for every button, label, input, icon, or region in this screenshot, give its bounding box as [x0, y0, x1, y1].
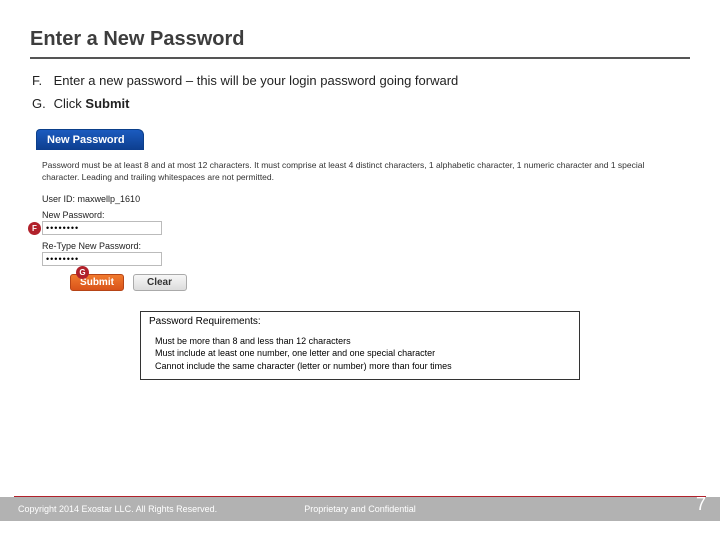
req-line-1: Must be more than 8 and less than 12 cha… — [155, 335, 565, 348]
footer-band: Copyright 2014 Exostar LLC. All Rights R… — [0, 497, 720, 521]
req-line-2: Must include at least one number, one le… — [155, 347, 565, 360]
password-requirements-title: Password Requirements: — [141, 312, 579, 331]
new-password-label: New Password: — [42, 210, 105, 220]
step-f-text: Enter a new password – this will be your… — [54, 73, 459, 88]
password-requirements-box: Password Requirements: Must be more than… — [140, 311, 580, 380]
password-requirements-body: Must be more than 8 and less than 12 cha… — [141, 331, 579, 379]
new-password-row: New Password: — [42, 210, 678, 235]
retype-password-label: Re-Type New Password: — [42, 241, 141, 251]
req-line-3: Cannot include the same character (lette… — [155, 360, 565, 373]
tab-new-password[interactable]: New Password — [36, 129, 144, 150]
step-f-letter: F. — [32, 73, 50, 88]
page-number: 7 — [696, 494, 706, 515]
page-title: Enter a New Password — [0, 0, 720, 57]
step-f: F. Enter a new password – this will be y… — [32, 73, 688, 88]
instruction-list: F. Enter a new password – this will be y… — [0, 73, 720, 111]
retype-password-input[interactable] — [42, 252, 162, 266]
button-row: Submit Clear — [70, 274, 678, 291]
new-password-input[interactable] — [42, 221, 162, 235]
step-g-bold: Submit — [85, 96, 129, 111]
callout-badge-g: G — [76, 266, 89, 279]
step-g: G. Click Submit — [32, 96, 688, 111]
footer-copyright: Copyright 2014 Exostar LLC. All Rights R… — [18, 504, 217, 514]
clear-button[interactable]: Clear — [133, 274, 187, 291]
title-underline — [30, 57, 690, 59]
user-id-row: User ID: maxwellp_1610 — [42, 194, 678, 204]
step-g-letter: G. — [32, 96, 50, 111]
slide-footer: Copyright 2014 Exostar LLC. All Rights R… — [0, 496, 720, 540]
password-panel: Password must be at least 8 and at most … — [30, 150, 690, 305]
retype-password-row: Re-Type New Password: — [42, 241, 678, 266]
footer-proprietary: Proprietary and Confidential — [304, 504, 416, 514]
step-g-text: Click — [54, 96, 86, 111]
callout-badge-f: F — [28, 222, 41, 235]
password-rules-text: Password must be at least 8 and at most … — [42, 160, 678, 184]
embedded-screenshot: New Password Password must be at least 8… — [30, 129, 690, 305]
user-id-label: User ID: — [42, 194, 75, 204]
user-id-value: maxwellp_1610 — [78, 194, 141, 204]
